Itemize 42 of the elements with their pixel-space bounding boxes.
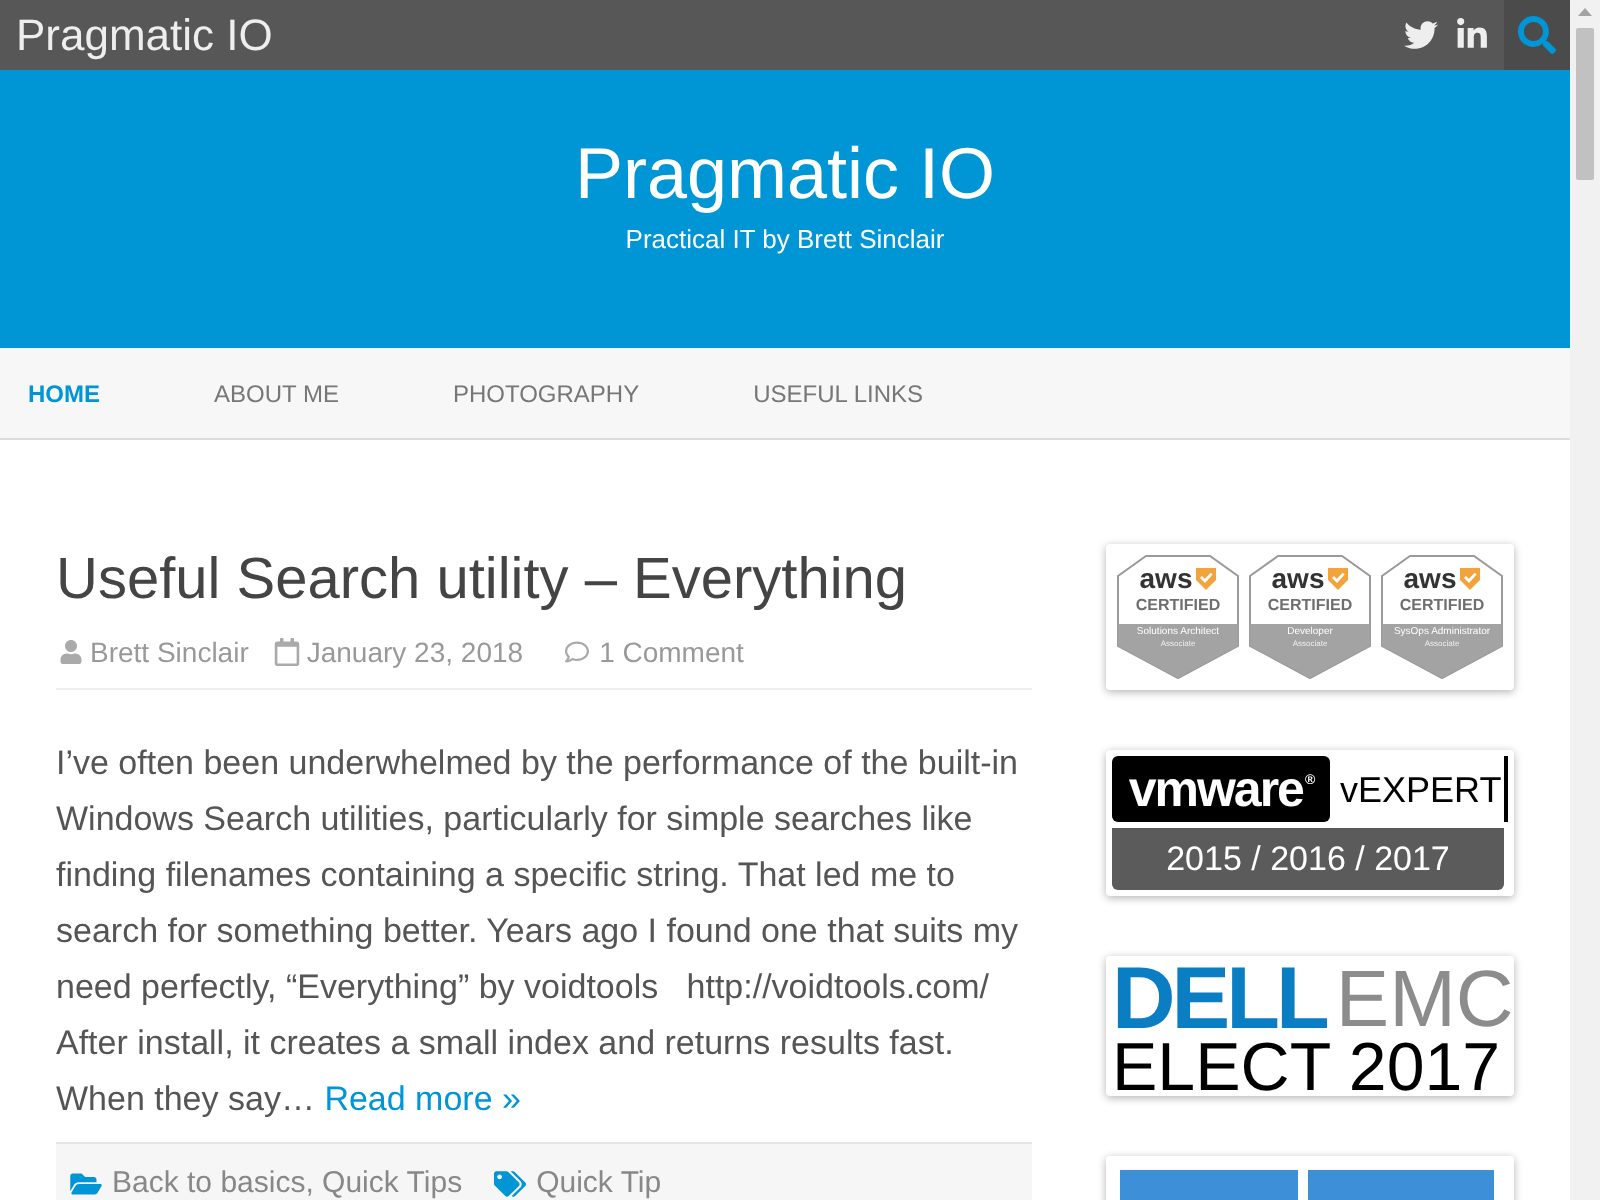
person-icon <box>60 640 82 664</box>
category-links[interactable]: Back to basics, Quick Tips <box>112 1164 463 1200</box>
logo-text: aws <box>1403 566 1457 592</box>
award-title: vEXPERT <box>1340 767 1502 813</box>
logo-text: vmware$^{®}$ <box>1112 756 1330 822</box>
brand-suffix: EMC <box>1335 962 1514 1038</box>
brand-text: DELL <box>1112 962 1326 1038</box>
badge-label: CERTIFIED <box>1135 596 1221 614</box>
nav-link[interactable]: PHOTOGRAPHY <box>424 373 668 413</box>
award-title: ELECT 2017 <box>1112 1038 1503 1098</box>
shield-check-icon <box>1460 568 1481 590</box>
search-button[interactable] <box>1504 0 1570 70</box>
site-tagline: Practical IT by Brett Sinclair <box>625 222 945 258</box>
post-title[interactable]: Useful Search utility – Everything <box>56 544 1032 616</box>
nav-link[interactable]: USEFUL LINKS <box>725 373 952 413</box>
post-date[interactable]: January 23, 2018 <box>306 632 524 672</box>
folder-icon <box>70 1170 102 1198</box>
calendar-icon <box>274 638 301 666</box>
shield-check-icon <box>1328 568 1349 590</box>
site-title[interactable]: Pragmatic IO <box>574 130 996 218</box>
author-link[interactable]: Brett Sinclair <box>90 632 249 672</box>
comments-link[interactable]: 1 Comment <box>599 632 744 672</box>
search-icon <box>1518 16 1556 54</box>
nav-link[interactable]: ABOUT ME <box>186 373 367 413</box>
speech-bubble-icon <box>563 640 590 664</box>
tag-link[interactable]: Quick Tip <box>536 1164 662 1200</box>
logo-text: aws <box>1271 566 1325 592</box>
badge-label: CERTIFIED <box>1399 596 1485 614</box>
post-excerpt: I’ve often been underwhelmed by the performance of the built-in Windows Search utilities, particularly for simple searches like finding filenames containing a specific string. That led me to search for something better. Years ago I found one that suits my need perfectly, “Everything” by voidtools http://voidtools.com/ After install, it creates a small index and returns results fast. When they say… Read more » <box>56 742 1021 1122</box>
in-icon[interactable] <box>1454 18 1490 52</box>
scrollbar-thumb[interactable] <box>1576 28 1594 180</box>
scrollbar[interactable] <box>1570 0 1600 1200</box>
tags-icon <box>494 1170 527 1198</box>
badge-label: CERTIFIED <box>1267 596 1353 614</box>
award-years: 2015 / 2016 / 2017 <box>1112 828 1504 890</box>
shield-check-icon <box>1196 568 1217 590</box>
nav-link[interactable]: HOME <box>0 373 128 413</box>
bird-icon[interactable] <box>1402 18 1440 52</box>
site-name[interactable]: Pragmatic IO <box>0 7 273 63</box>
read-more-link[interactable]: Read more » <box>324 1080 521 1118</box>
scroll-up-arrow-icon[interactable] <box>1578 8 1592 16</box>
logo-text: aws <box>1139 566 1193 592</box>
